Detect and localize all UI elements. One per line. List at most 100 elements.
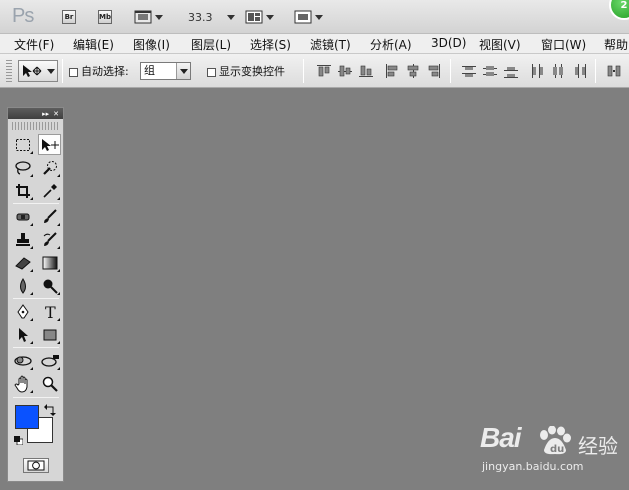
menu-filter[interactable]: 滤镜(T) bbox=[310, 36, 351, 53]
tool-preset-picker[interactable] bbox=[18, 60, 58, 82]
foreground-color-swatch[interactable] bbox=[15, 405, 39, 429]
close-icon[interactable]: ✕ bbox=[53, 110, 59, 118]
options-bar: 自动选择: 组 显示变换控件 bbox=[0, 54, 629, 88]
show-transform-checkbox[interactable]: 显示变换控件 bbox=[207, 63, 285, 79]
divider bbox=[62, 59, 63, 83]
spot-healing-tool[interactable] bbox=[11, 206, 34, 227]
align-right-icon[interactable] bbox=[426, 63, 442, 79]
zoom-level-dropdown[interactable]: 33.3 bbox=[188, 8, 235, 26]
menu-view[interactable]: 视图(V) bbox=[479, 36, 521, 53]
auto-select-value: 组 bbox=[144, 64, 155, 77]
swap-colors-icon[interactable] bbox=[44, 404, 56, 416]
eraser-tool[interactable] bbox=[11, 252, 34, 273]
auto-select-checkbox[interactable]: 自动选择: bbox=[69, 63, 129, 79]
dodge-tool[interactable] bbox=[38, 275, 61, 296]
chevron-down-icon bbox=[266, 14, 274, 20]
arrange-documents-button[interactable] bbox=[245, 8, 274, 26]
3d-rotate-tool[interactable] bbox=[11, 350, 34, 371]
menu-select[interactable]: 选择(S) bbox=[250, 36, 291, 53]
clone-stamp-tool[interactable] bbox=[11, 229, 34, 250]
eyedropper-icon bbox=[42, 183, 57, 198]
paw-icon: du bbox=[540, 426, 571, 455]
bridge-icon: Br bbox=[62, 10, 76, 24]
watermark-url: jingyan.baidu.com bbox=[482, 460, 584, 473]
rect-marquee-icon bbox=[15, 138, 30, 151]
options-grip[interactable] bbox=[6, 60, 12, 82]
move-tool[interactable] bbox=[38, 134, 61, 155]
menu-image[interactable]: 图像(I) bbox=[133, 36, 170, 53]
layout-grid-icon bbox=[245, 10, 263, 24]
hand-tool[interactable] bbox=[11, 373, 34, 394]
menu-edit[interactable]: 编辑(E) bbox=[73, 36, 114, 53]
marquee-tool[interactable] bbox=[11, 134, 34, 155]
crop-tool[interactable] bbox=[11, 180, 34, 201]
tools-panel-header[interactable]: ▸▸ ✕ bbox=[8, 108, 63, 119]
menu-window[interactable]: 窗口(W) bbox=[541, 36, 586, 53]
auto-align-layers-icon[interactable] bbox=[606, 63, 622, 79]
3d-camera-tool[interactable] bbox=[38, 350, 61, 371]
update-badge[interactable]: 2 bbox=[609, 0, 629, 20]
menu-layer[interactable]: 图层(L) bbox=[191, 36, 231, 53]
divider bbox=[303, 59, 304, 83]
distribute-right-icon[interactable] bbox=[571, 63, 587, 79]
magnifier-icon bbox=[42, 376, 58, 392]
history-brush-tool[interactable] bbox=[38, 229, 61, 250]
stamp-icon bbox=[15, 232, 30, 246]
auto-select-target-dropdown[interactable]: 组 bbox=[140, 62, 191, 80]
menu-analysis[interactable]: 分析(A) bbox=[370, 36, 412, 53]
chevron-down-icon bbox=[47, 68, 55, 74]
photoshop-logo: Ps bbox=[12, 5, 34, 27]
launch-minibridge-button[interactable]: Mb bbox=[98, 8, 112, 26]
quick-mask-button[interactable] bbox=[23, 458, 49, 473]
lasso-tool[interactable] bbox=[11, 157, 34, 178]
checkbox-box bbox=[207, 67, 216, 77]
screen-mode-button[interactable] bbox=[294, 8, 323, 26]
distribute-vertical-center-icon[interactable] bbox=[482, 63, 498, 79]
align-vertical-center-icon[interactable] bbox=[337, 63, 353, 79]
type-tool[interactable]: T bbox=[38, 301, 61, 322]
chevron-down-icon bbox=[226, 14, 235, 20]
brush-tool[interactable] bbox=[38, 206, 61, 227]
zoom-value: 33.3 bbox=[188, 10, 213, 24]
align-horizontal-center-icon[interactable] bbox=[405, 63, 421, 79]
arrow-pointer-icon bbox=[18, 327, 28, 342]
dodge-icon bbox=[43, 279, 58, 294]
watermark-jingyan: 经验 bbox=[578, 434, 618, 458]
quick-selection-tool[interactable] bbox=[38, 157, 61, 178]
checkbox-box bbox=[69, 67, 78, 77]
view-extras-button[interactable] bbox=[134, 8, 163, 26]
launch-bridge-button[interactable]: Br bbox=[62, 8, 76, 26]
lasso-icon bbox=[14, 160, 31, 175]
zoom-tool[interactable] bbox=[38, 373, 61, 394]
pen-tool[interactable] bbox=[11, 301, 34, 322]
path-selection-tool[interactable] bbox=[11, 324, 34, 345]
collapse-icon[interactable]: ▸▸ bbox=[42, 110, 49, 118]
brush-icon bbox=[43, 208, 57, 223]
distribute-left-icon[interactable] bbox=[529, 63, 545, 79]
distribute-horizontal-center-icon[interactable] bbox=[550, 63, 566, 79]
default-colors-icon[interactable] bbox=[14, 436, 23, 445]
distribute-bottom-icon[interactable] bbox=[503, 63, 519, 79]
show-transform-label: 显示变换控件 bbox=[219, 65, 285, 78]
film-icon bbox=[134, 10, 152, 24]
divider bbox=[595, 59, 596, 83]
distribute-top-icon[interactable] bbox=[461, 63, 477, 79]
align-bottom-icon[interactable] bbox=[358, 63, 374, 79]
quick-selection-icon bbox=[42, 160, 57, 175]
menu-help[interactable]: 帮助 bbox=[604, 36, 628, 53]
eyedropper-tool[interactable] bbox=[38, 180, 61, 201]
align-top-icon[interactable] bbox=[316, 63, 332, 79]
text-t-icon: T bbox=[45, 304, 56, 320]
align-left-icon[interactable] bbox=[384, 63, 400, 79]
move-icon bbox=[41, 138, 59, 151]
blur-tool[interactable] bbox=[11, 275, 34, 296]
hand-icon bbox=[13, 375, 27, 393]
minibridge-icon: Mb bbox=[98, 10, 112, 24]
menu-3d[interactable]: 3D(D) bbox=[431, 36, 466, 50]
gradient-tool[interactable] bbox=[38, 252, 61, 273]
shape-tool[interactable] bbox=[38, 324, 61, 345]
pen-icon bbox=[16, 303, 29, 318]
menu-file[interactable]: 文件(F) bbox=[14, 36, 54, 53]
tools-grip[interactable] bbox=[12, 122, 59, 130]
history-brush-icon bbox=[43, 231, 57, 246]
